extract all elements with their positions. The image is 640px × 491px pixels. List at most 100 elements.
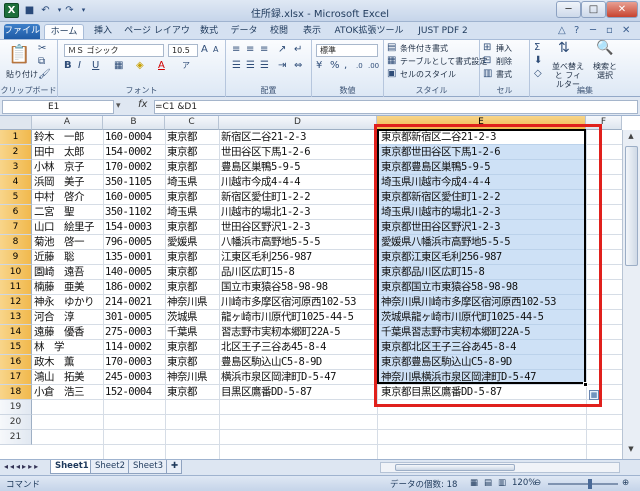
conditional-format-button[interactable]: 条件付き書式 <box>400 43 448 54</box>
cell-a[interactable]: 遠藤 優香 <box>32 325 85 340</box>
align-left-icon[interactable]: ☰ <box>232 60 241 72</box>
cell-b[interactable]: 186-0002 <box>103 280 152 295</box>
cell-b[interactable]: 170-0002 <box>103 160 152 175</box>
tab-atok-tools[interactable]: ATOK拡張ツール <box>330 24 408 39</box>
cell-e[interactable]: 東京都江東区毛利256-987 <box>379 250 502 265</box>
column-header-a[interactable]: A <box>32 116 103 130</box>
find-select-button[interactable]: 検索と 選択 <box>590 62 620 80</box>
cell-e[interactable]: 東京都国立市東猿谷58-98-98 <box>379 280 518 295</box>
cell-e[interactable] <box>379 415 381 430</box>
cell-a[interactable]: 河合 淳 <box>32 310 75 325</box>
cell-d[interactable]: 八幡浜市高野地5-5-5 <box>219 235 321 250</box>
sort-filter-icon[interactable]: ⇅ <box>558 41 570 55</box>
cell-d[interactable]: 国立市東猿谷58-98-98 <box>219 280 328 295</box>
cell-e[interactable]: 東京都世田谷区野沢1-2-3 <box>379 220 501 235</box>
cell-c[interactable]: 神奈川県 <box>165 370 208 385</box>
cell-e[interactable]: 東京都豊島区巣鴨5-9-5 <box>379 160 491 175</box>
comma-icon[interactable]: , <box>344 60 347 72</box>
zoom-slider-thumb[interactable] <box>588 479 592 489</box>
tab-file[interactable]: ファイル <box>4 24 40 39</box>
row-header[interactable]: 19 <box>0 400 32 415</box>
cell-styles-button[interactable]: セルのスタイル <box>400 69 456 80</box>
maximize-button[interactable]: □ <box>581 1 606 18</box>
column-header-d[interactable]: D <box>219 116 377 130</box>
format-cells-button[interactable]: 書式 <box>496 69 512 80</box>
cell-c[interactable]: 千葉県 <box>165 325 198 340</box>
copy-icon[interactable]: ⧉ <box>38 56 45 68</box>
row-header[interactable]: 7 <box>0 220 32 235</box>
fill-color-icon[interactable]: ◈ <box>136 60 144 72</box>
percent-icon[interactable]: % <box>330 60 340 72</box>
paste-icon[interactable]: 📋 <box>8 44 30 66</box>
cell-c[interactable]: 東京都 <box>165 265 198 280</box>
tab-insert[interactable]: 挿入 <box>86 24 120 39</box>
cell-b[interactable]: 140-0005 <box>103 265 152 280</box>
currency-icon[interactable]: ¥ <box>316 60 322 72</box>
vertical-scroll-thumb[interactable] <box>625 146 638 266</box>
cell-b[interactable] <box>103 415 105 430</box>
align-right-icon[interactable]: ☰ <box>260 60 269 72</box>
cell-d[interactable]: 豊島区駒込山C5-8-9D <box>219 355 322 370</box>
insert-cells-button[interactable]: 挿入 <box>496 43 512 54</box>
view-layout-icon[interactable]: ▤ <box>484 478 492 488</box>
cell-c[interactable]: 神奈川県 <box>165 295 208 310</box>
workbook-minimize-icon[interactable]: ─ <box>590 25 596 36</box>
cell-a[interactable] <box>32 415 34 430</box>
cell-d[interactable]: 世田谷区下馬1-2-6 <box>219 145 311 160</box>
cell-d[interactable]: 新宿区二谷21-2-3 <box>219 130 306 145</box>
conditional-format-icon[interactable]: ▤ <box>387 42 396 54</box>
font-size-box[interactable]: 10.5 <box>168 44 198 57</box>
cell-e[interactable] <box>379 430 381 445</box>
merge-center-icon[interactable]: ⇔ <box>294 60 302 72</box>
row-header[interactable]: 13 <box>0 310 32 325</box>
insert-sheet-icon[interactable]: ✚ <box>166 460 182 474</box>
cell-d[interactable]: 川崎市多摩区宿河原西102-53 <box>219 295 356 310</box>
row-header[interactable]: 20 <box>0 415 32 430</box>
align-top-icon[interactable]: ≡ <box>232 44 240 56</box>
cell-a[interactable]: 中村 啓介 <box>32 190 85 205</box>
vertical-scrollbar[interactable]: ▲ ▼ <box>622 130 640 459</box>
cell-a[interactable]: 鴻山 拓美 <box>32 370 85 385</box>
cell-b[interactable]: 350-1102 <box>103 205 152 220</box>
phonetic-icon[interactable]: ア <box>182 60 190 72</box>
cell-c[interactable]: 東京都 <box>165 190 198 205</box>
sheet-tab-2[interactable]: Sheet2 <box>90 460 130 474</box>
cell-b[interactable]: 245-0003 <box>103 370 152 385</box>
cell-c[interactable]: 東京都 <box>165 220 198 235</box>
tab-home[interactable]: ホーム <box>44 24 84 39</box>
cell-a[interactable]: 神永 ゆかり <box>32 295 95 310</box>
cell-b[interactable] <box>103 400 105 415</box>
cell-a[interactable]: 山口 絵里子 <box>32 220 95 235</box>
row-header[interactable]: 15 <box>0 340 32 355</box>
format-as-table-icon[interactable]: ▦ <box>387 55 396 67</box>
zoom-out-icon[interactable]: ⊖ <box>534 478 541 488</box>
cell-a[interactable] <box>32 400 34 415</box>
cell-d[interactable]: 豊島区巣鴨5-9-5 <box>219 160 301 175</box>
scroll-down-icon[interactable]: ▼ <box>625 445 637 457</box>
row-header[interactable]: 11 <box>0 280 32 295</box>
sheet-navigation-icons[interactable]: ◂◂◂▸▸▸ <box>4 462 40 471</box>
cell-b[interactable]: 275-0003 <box>103 325 152 340</box>
minimize-ribbon-icon[interactable]: △ <box>558 25 566 36</box>
cell-c[interactable]: 東京都 <box>165 385 198 400</box>
row-header[interactable]: 21 <box>0 430 32 445</box>
cell-e[interactable]: 東京都北区王子三谷あ45-8-4 <box>379 340 516 355</box>
view-pagebreak-icon[interactable]: ▥ <box>498 478 506 488</box>
cell-a[interactable]: 二宮 聖 <box>32 205 75 220</box>
minimize-button[interactable]: ─ <box>556 1 581 18</box>
number-format-box[interactable]: 標準 <box>316 44 378 57</box>
workbook-close-icon[interactable]: ✕ <box>622 25 630 36</box>
decrease-decimal-icon[interactable]: .00 <box>368 60 379 72</box>
clear-icon[interactable]: ◇ <box>534 68 542 80</box>
row-header[interactable]: 12 <box>0 295 32 310</box>
cell-b[interactable]: 350-1105 <box>103 175 152 190</box>
row-header[interactable]: 16 <box>0 355 32 370</box>
cell-a[interactable]: 楠藤 亜美 <box>32 280 85 295</box>
row-header[interactable]: 1 <box>0 130 32 145</box>
zoom-slider[interactable] <box>548 479 618 489</box>
font-name-box[interactable]: ＭＳ ゴシック <box>64 44 164 57</box>
zoom-in-icon[interactable]: ⊕ <box>622 478 629 488</box>
insert-function-icon[interactable]: fx <box>138 99 147 110</box>
cell-d[interactable]: 目黒区鷹番DD-5-87 <box>219 385 312 400</box>
cell-a[interactable]: 近藤 聡 <box>32 250 75 265</box>
